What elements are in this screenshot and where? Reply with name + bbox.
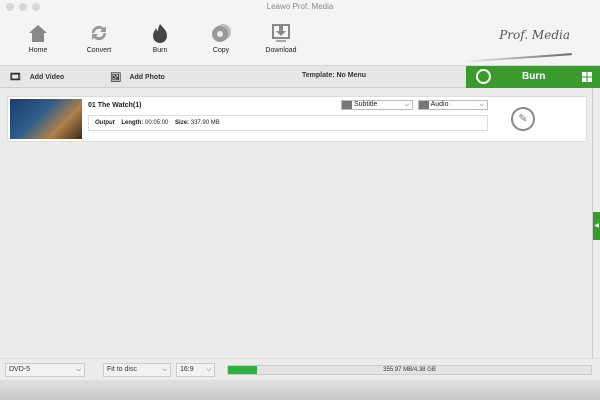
edit-video-icon[interactable]: ✎ (511, 107, 535, 131)
disc-type-value: DVD-5 (9, 366, 31, 373)
fit-select[interactable]: Fit to disc ⌵ (103, 363, 171, 377)
chevron-down-icon: ⌵ (206, 367, 211, 373)
add-video-label: Add Video (29, 74, 65, 81)
window-controls[interactable] (6, 3, 40, 11)
video-title: 01 The Watch(1) (88, 102, 142, 109)
convert-icon (91, 25, 107, 41)
side-panel-toggle[interactable]: ◀ (593, 212, 600, 240)
audio-value: Audio (430, 101, 449, 108)
convert-button[interactable]: Convert (74, 22, 124, 54)
output-label: Output (95, 120, 115, 126)
template-label[interactable]: Template: No Menu (302, 72, 366, 79)
disc-type-select[interactable]: DVD-5 ⌵ (5, 363, 85, 377)
length-value: 00:05:00 (145, 120, 169, 126)
disc-usage-text: 355.97 MB/4.38 GB (383, 367, 436, 373)
zoom-button[interactable] (32, 3, 40, 11)
aspect-value: 16:9 (180, 366, 194, 373)
convert-label: Convert (86, 47, 112, 54)
photo-icon: 🖼 (110, 72, 122, 82)
copy-icon (212, 24, 231, 42)
minimize-button[interactable] (19, 3, 27, 11)
chevron-down-icon: ⌵ (162, 367, 167, 373)
length-label: Length: (121, 120, 144, 126)
output-info: Output Length: 00:05:00 Size: 337.90 MB (88, 115, 488, 131)
aspect-select[interactable]: 16:9 ⌵ (176, 363, 215, 377)
footer (0, 380, 600, 400)
video-list-item[interactable]: 01 The Watch(1) Subtitle ⌵ Audio ⌵ Output … (7, 96, 587, 142)
audio-icon (419, 101, 429, 109)
download-icon (272, 24, 290, 42)
chevron-down-icon: ⌵ (404, 102, 409, 108)
chevron-down-icon: ⌵ (479, 102, 484, 108)
burn-tool-label: Burn (152, 47, 168, 54)
size-value: 337.90 MB (190, 120, 220, 126)
grid-icon[interactable] (582, 72, 592, 82)
action-bar: 🎞 Add Video 🖼 Add Photo Template: No Menu … (0, 65, 600, 88)
burn-flame-icon (476, 69, 491, 84)
burn-label: Burn (522, 71, 546, 82)
burn-button[interactable]: Burn (466, 66, 600, 88)
title-bar: Leawo Prof. Media (0, 0, 600, 14)
disc-usage-bar: 355.97 MB/4.38 GB (227, 365, 592, 375)
subtitle-icon (342, 101, 352, 109)
burn-icon (153, 24, 167, 43)
video-thumbnail (10, 99, 82, 139)
add-photo-label: Add Photo (129, 74, 165, 81)
fit-value: Fit to disc (107, 366, 137, 373)
copy-button[interactable]: Copy (196, 22, 246, 54)
burn-tool-button[interactable]: Burn (135, 22, 185, 54)
chevron-down-icon: ⌵ (76, 367, 81, 373)
home-label: Home (28, 47, 48, 54)
home-icon (29, 25, 47, 42)
add-video-button[interactable]: 🎞 Add Video (9, 72, 64, 83)
download-button[interactable]: Download (256, 22, 306, 54)
subtitle-value: Subtitle (353, 101, 378, 108)
download-label: Download (265, 47, 297, 54)
close-button[interactable] (6, 3, 14, 11)
toolbar: Home Convert Burn Copy Download Prof. Me… (0, 14, 600, 65)
bottom-bar: DVD-5 ⌵ Fit to disc ⌵ 16:9 ⌵ 355.97 MB/4.38… (0, 358, 600, 380)
subtitle-select[interactable]: Subtitle ⌵ (341, 100, 413, 110)
film-icon: 🎞 (9, 72, 22, 83)
logo-divider (462, 53, 572, 63)
size-label: Size: (175, 120, 190, 126)
audio-select[interactable]: Audio ⌵ (418, 100, 488, 110)
logo: Prof. Media (499, 28, 570, 42)
home-button[interactable]: Home (13, 22, 63, 54)
add-photo-button[interactable]: 🖼 Add Photo (110, 72, 165, 83)
copy-label: Copy (212, 47, 230, 54)
window-title: Leawo Prof. Media (266, 2, 334, 11)
